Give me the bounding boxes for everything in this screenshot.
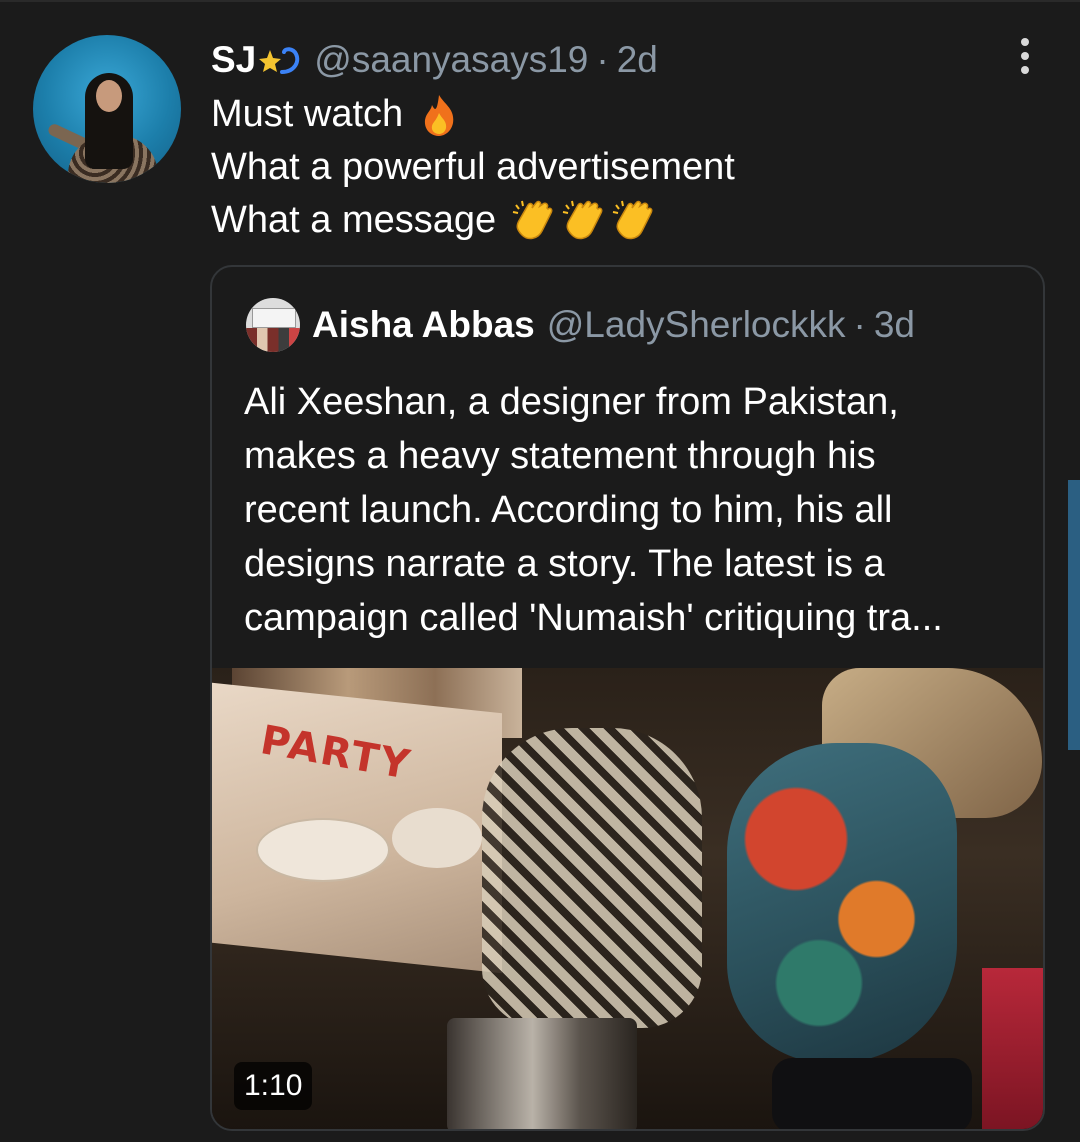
tweet-text: Must watch What a powerful advertisement…	[211, 88, 735, 247]
divider	[0, 0, 1080, 2]
steel-pot	[447, 1018, 637, 1129]
bowl	[392, 808, 482, 868]
tweet-line-text: What a powerful advertisement	[211, 146, 735, 188]
clapping-hands-icon	[612, 200, 653, 239]
separator: ·	[853, 304, 866, 345]
clap-group	[510, 199, 656, 243]
quoted-avatar[interactable]	[246, 298, 300, 352]
author-handle[interactable]: @saanyasays19	[314, 39, 588, 81]
tweet-line-text: Must watch	[211, 93, 404, 135]
video-thumbnail[interactable]: PARTY 1:10	[212, 668, 1043, 1129]
tweet-header: SJ @saanyasays19 · 2d	[211, 36, 658, 84]
avatar-face	[96, 80, 122, 112]
separator: ·	[596, 39, 609, 80]
quoted-tweet[interactable]: Aisha Abbas @LadySherlockkk · 3d Ali Xee…	[210, 265, 1045, 1131]
timestamp[interactable]: 2d	[617, 39, 658, 81]
quoted-text-line: designs narrate a story. The latest is a	[244, 543, 885, 585]
tweet[interactable]: SJ @saanyasays19 · 2d Must watch What a …	[0, 0, 1080, 1142]
luggage	[772, 1058, 972, 1129]
tweet-line: What a message	[211, 194, 735, 247]
quoted-text-line: makes a heavy statement through his	[244, 435, 876, 477]
quoted-tweet-header: Aisha Abbas @LadySherlockkk · 3d	[246, 297, 915, 353]
patterned-basket	[482, 728, 702, 1028]
tweet-line: What a powerful advertisement	[211, 141, 735, 194]
clapping-hands-icon	[562, 200, 603, 239]
quoted-text-line: Ali Xeeshan, a designer from Pakistan,	[244, 381, 899, 423]
dizzy-star-icon	[258, 42, 302, 78]
author-name[interactable]: SJ	[211, 39, 256, 81]
avatar-sign	[252, 308, 296, 328]
scrollbar[interactable]	[1068, 480, 1080, 750]
quoted-text-line: campaign called 'Numaish' critiquing tra…	[244, 597, 943, 639]
avatar[interactable]	[33, 35, 181, 183]
quoted-author-name[interactable]: Aisha Abbas	[312, 304, 535, 346]
tweet-line-text: What a message	[211, 199, 497, 241]
avatar-people	[246, 328, 300, 352]
floral-bag	[727, 743, 957, 1063]
quoted-author-handle[interactable]: @LadySherlockkk	[547, 304, 846, 346]
red-suitcase	[982, 968, 1043, 1129]
quoted-text-line: recent launch. According to him, his all	[244, 489, 893, 531]
quoted-tweet-text: Ali Xeeshan, a designer from Pakistan, m…	[244, 375, 1024, 645]
more-options-icon[interactable]	[1012, 38, 1038, 78]
fire-icon	[419, 93, 459, 137]
tweet-line: Must watch	[211, 88, 735, 141]
video-duration: 1:10	[234, 1062, 313, 1110]
clapping-hands-icon	[512, 200, 553, 239]
bowl	[256, 818, 390, 882]
quoted-timestamp[interactable]: 3d	[874, 304, 915, 346]
